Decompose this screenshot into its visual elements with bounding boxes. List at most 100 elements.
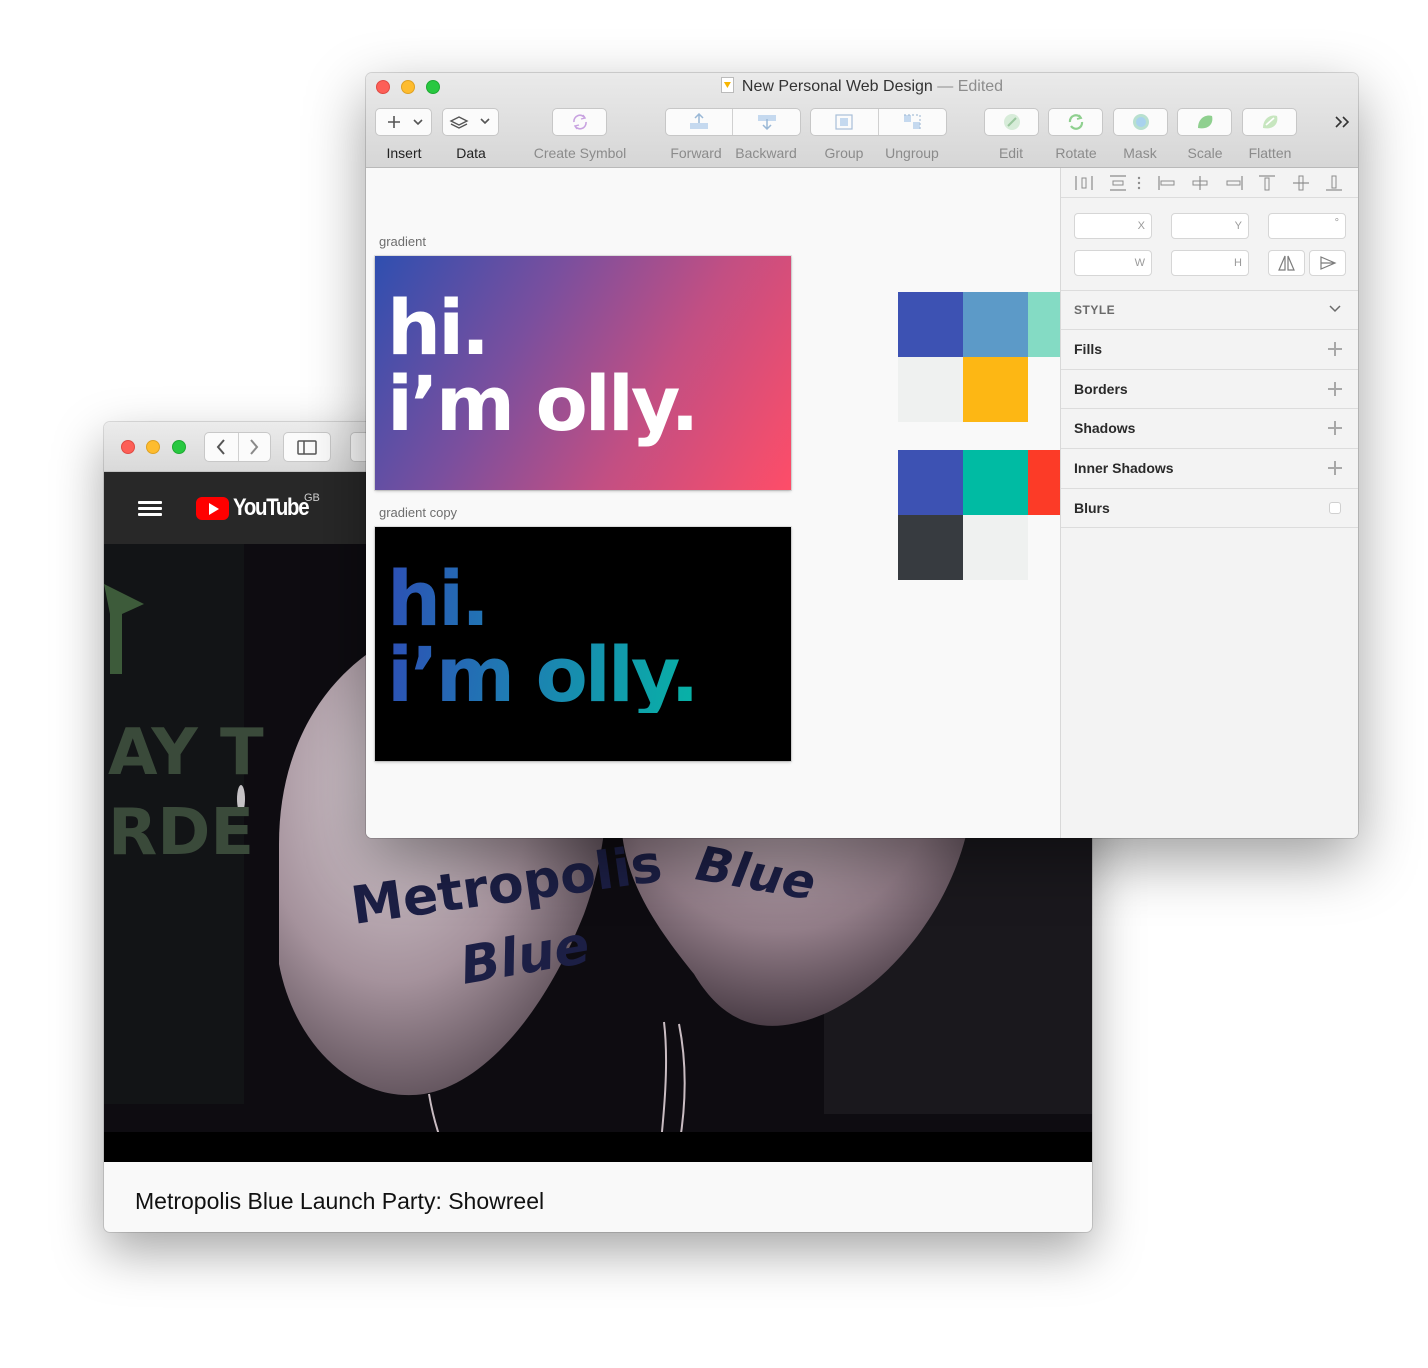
edit-button[interactable] bbox=[984, 108, 1039, 136]
color-swatch[interactable] bbox=[963, 450, 1028, 515]
artboard-gradient[interactable]: hi. i’m olly. bbox=[375, 256, 791, 490]
mask-icon bbox=[1132, 114, 1149, 130]
more-dots-icon[interactable] bbox=[1135, 175, 1143, 191]
ungroup-button[interactable] bbox=[879, 109, 947, 135]
youtube-logo[interactable]: YouTube bbox=[196, 494, 322, 521]
chevron-left-icon bbox=[216, 439, 226, 455]
sketch-document-icon bbox=[720, 77, 734, 93]
color-swatch[interactable] bbox=[963, 515, 1028, 580]
create-symbol-button[interactable] bbox=[552, 108, 607, 136]
rotate-icon bbox=[1068, 114, 1083, 130]
color-swatch[interactable] bbox=[963, 357, 1028, 422]
sidebar-icon bbox=[284, 433, 330, 461]
rotate-button[interactable] bbox=[1048, 108, 1103, 136]
wall-text-1: AY T bbox=[108, 716, 264, 790]
toolbar-overflow-button[interactable] bbox=[1334, 115, 1352, 134]
blur-checkbox[interactable] bbox=[1329, 502, 1341, 514]
flip-vertical-button[interactable] bbox=[1309, 250, 1346, 276]
scale-button[interactable] bbox=[1177, 108, 1232, 136]
shadows-label: Shadows bbox=[1074, 420, 1136, 436]
align-middle-vertical-icon[interactable] bbox=[1292, 175, 1310, 191]
distribute-vertical-icon[interactable] bbox=[1109, 175, 1127, 191]
sketch-toolbar: New Personal Web Design — Edited Insert … bbox=[366, 73, 1358, 168]
back-button[interactable] bbox=[205, 433, 238, 461]
hero-heading: hi. i’m olly. bbox=[387, 561, 699, 719]
alignment-toolbar bbox=[1061, 168, 1358, 198]
plus-icon bbox=[387, 116, 423, 128]
add-border-icon[interactable] bbox=[1328, 382, 1342, 396]
sidebar-toggle-button[interactable] bbox=[283, 432, 331, 462]
y-position-field[interactable]: Y bbox=[1171, 213, 1249, 239]
flip-horizontal-button[interactable] bbox=[1268, 250, 1305, 276]
artboard-label[interactable]: gradient copy bbox=[379, 505, 457, 520]
mask-button[interactable] bbox=[1113, 108, 1168, 136]
flip-vertical-icon bbox=[1320, 256, 1337, 270]
document-name: New Personal Web Design bbox=[741, 78, 933, 95]
double-chevron-right-icon bbox=[1335, 116, 1350, 128]
insert-button[interactable] bbox=[375, 108, 432, 136]
color-swatch[interactable] bbox=[898, 515, 963, 580]
borders-row[interactable]: Borders bbox=[1061, 369, 1358, 409]
edited-indicator: — Edited bbox=[932, 78, 1004, 95]
shadows-row[interactable]: Shadows bbox=[1061, 408, 1358, 448]
align-bottom-icon[interactable] bbox=[1325, 175, 1343, 191]
color-swatch[interactable] bbox=[1028, 292, 1060, 357]
style-section-header: STYLE bbox=[1074, 303, 1116, 317]
flatten-button[interactable] bbox=[1242, 108, 1297, 136]
width-field[interactable]: W bbox=[1074, 250, 1152, 276]
close-window-button[interactable] bbox=[121, 440, 135, 454]
zoom-window-button[interactable] bbox=[172, 440, 186, 454]
distribute-horizontal-icon[interactable] bbox=[1075, 175, 1093, 191]
x-position-field[interactable]: X bbox=[1074, 213, 1152, 239]
bring-forward-icon bbox=[690, 113, 708, 129]
color-swatch[interactable] bbox=[898, 292, 963, 357]
forward-button[interactable] bbox=[666, 109, 733, 135]
align-center-horizontal-icon[interactable] bbox=[1191, 175, 1209, 191]
region-badge: GB bbox=[304, 492, 320, 504]
add-inner-shadow-icon[interactable] bbox=[1328, 461, 1342, 475]
edit-icon bbox=[1003, 114, 1020, 130]
height-field[interactable]: H bbox=[1171, 250, 1249, 276]
color-swatch[interactable] bbox=[898, 357, 963, 422]
group-icon bbox=[835, 114, 853, 130]
inspector-panel: X Y ° W H STYLE Fills Borders Shadows In… bbox=[1060, 168, 1358, 838]
hero-line-1: hi. bbox=[387, 283, 490, 372]
artboard-gradient-copy[interactable]: hi. i’m olly. bbox=[375, 527, 791, 761]
chevron-down-icon[interactable] bbox=[1328, 304, 1342, 314]
color-swatch[interactable] bbox=[963, 292, 1028, 357]
hero-line-2: i’m olly. bbox=[387, 630, 699, 719]
video-title[interactable]: Metropolis Blue Launch Party: Showreel bbox=[135, 1188, 544, 1215]
arrange-group bbox=[665, 108, 801, 136]
blurs-row[interactable]: Blurs bbox=[1061, 488, 1358, 528]
group-button[interactable] bbox=[811, 109, 879, 135]
youtube-logo-text: YouTube bbox=[233, 494, 310, 521]
align-left-icon[interactable] bbox=[1158, 175, 1176, 191]
fills-label: Fills bbox=[1074, 341, 1103, 357]
artboard-label[interactable]: gradient bbox=[379, 234, 426, 249]
create-symbol-label: Create Symbol bbox=[533, 145, 627, 161]
hero-heading: hi. i’m olly. bbox=[387, 283, 699, 442]
align-right-icon[interactable] bbox=[1225, 175, 1243, 191]
minimize-window-button[interactable] bbox=[146, 440, 160, 454]
backward-button[interactable] bbox=[733, 109, 800, 135]
add-fill-icon[interactable] bbox=[1328, 342, 1342, 356]
add-shadow-icon[interactable] bbox=[1328, 421, 1342, 435]
fills-row[interactable]: Fills bbox=[1061, 329, 1358, 369]
forward-button[interactable] bbox=[237, 433, 271, 461]
flatten-label: Flatten bbox=[1248, 145, 1292, 161]
flatten-icon bbox=[1262, 115, 1277, 129]
rotation-field[interactable]: ° bbox=[1268, 213, 1346, 239]
hero-line-1: hi. bbox=[387, 561, 696, 637]
menu-icon[interactable] bbox=[138, 501, 162, 517]
grouping-group bbox=[810, 108, 947, 136]
color-swatch[interactable] bbox=[1028, 450, 1060, 515]
history-nav bbox=[204, 432, 271, 462]
inner-shadows-row[interactable]: Inner Shadows bbox=[1061, 448, 1358, 488]
data-label: Data bbox=[456, 145, 486, 161]
data-button[interactable] bbox=[442, 108, 499, 136]
chevron-right-icon bbox=[250, 439, 259, 455]
align-top-icon[interactable] bbox=[1258, 175, 1276, 191]
color-swatch[interactable] bbox=[898, 450, 963, 515]
sketch-canvas[interactable]: gradient hi. i’m olly. gradient copy hi.… bbox=[366, 168, 1060, 838]
play-icon bbox=[196, 496, 229, 520]
